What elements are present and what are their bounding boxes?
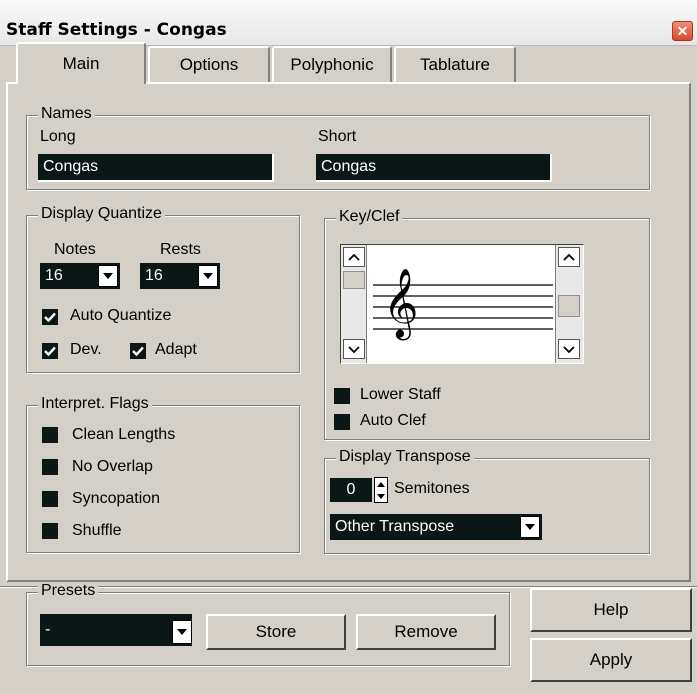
auto-quantize-checkbox[interactable]: [42, 309, 58, 325]
remove-button[interactable]: Remove: [356, 614, 496, 650]
syncopation-label: Syncopation: [72, 490, 161, 507]
lower-staff-label: Lower Staff: [360, 386, 441, 403]
semitones-spinner[interactable]: [374, 477, 388, 503]
close-icon: ✕: [676, 23, 689, 39]
key-scroll-up-button[interactable]: [343, 247, 365, 267]
key-clef-legend: Key/Clef: [336, 208, 403, 226]
store-button[interactable]: Store: [206, 614, 346, 650]
chevron-down-icon: [348, 345, 360, 353]
treble-clef-icon: 𝄞: [383, 268, 419, 338]
presets-legend: Presets: [38, 582, 99, 600]
adapt-checkbox[interactable]: [130, 343, 146, 359]
auto-clef-checkbox[interactable]: [334, 414, 350, 430]
clef-scroll-up-button[interactable]: [558, 247, 580, 267]
no-overlap-label: No Overlap: [72, 458, 153, 475]
long-name-input[interactable]: Congas: [38, 154, 274, 182]
shuffle-checkbox[interactable]: [42, 523, 58, 539]
notes-label: Notes: [54, 241, 96, 258]
dev-checkbox[interactable]: [42, 343, 58, 359]
syncopation-checkbox[interactable]: [42, 491, 58, 507]
window-title: Staff Settings - Congas: [6, 20, 227, 40]
spin-up-icon: [377, 481, 385, 487]
tab-tablature[interactable]: Tablature: [394, 46, 516, 82]
chevron-up-icon: [563, 253, 575, 261]
rests-label: Rests: [160, 241, 201, 258]
short-name-input[interactable]: Congas: [316, 154, 552, 182]
close-button[interactable]: ✕: [672, 21, 693, 41]
help-button[interactable]: Help: [530, 588, 692, 632]
auto-clef-label: Auto Clef: [360, 412, 426, 429]
tab-polyphonic[interactable]: Polyphonic: [272, 46, 392, 82]
spin-down-icon: [377, 493, 385, 499]
clef-preview: 𝄞: [340, 244, 584, 364]
long-label: Long: [40, 128, 76, 145]
interpret-flags-legend: Interpret. Flags: [38, 395, 152, 413]
checkmark-icon: [132, 346, 144, 356]
chevron-up-icon: [348, 253, 360, 261]
chevron-down-icon: [563, 345, 575, 353]
tab-main[interactable]: Main: [16, 42, 146, 84]
presets-select[interactable]: -: [40, 614, 192, 646]
chevron-down-icon: [203, 273, 213, 279]
display-transpose-legend: Display Transpose: [336, 448, 474, 466]
key-scroll-down-button[interactable]: [343, 339, 365, 359]
presets-value: -: [45, 621, 51, 638]
tab-options[interactable]: Options: [148, 46, 270, 82]
dev-label: Dev.: [70, 341, 102, 358]
adapt-label: Adapt: [155, 341, 197, 358]
clef-scroll-down-button[interactable]: [558, 339, 580, 359]
apply-button[interactable]: Apply: [530, 638, 692, 682]
auto-quantize-label: Auto Quantize: [70, 307, 172, 324]
key-scroll-thumb[interactable]: [343, 271, 365, 289]
notes-value: 16: [45, 267, 63, 284]
display-quantize-legend: Display Quantize: [38, 205, 165, 223]
clef-scroll-thumb[interactable]: [558, 295, 580, 317]
no-overlap-checkbox[interactable]: [42, 459, 58, 475]
chevron-down-icon: [525, 524, 535, 530]
chevron-down-icon: [177, 629, 187, 635]
rests-value: 16: [145, 267, 163, 284]
semitones-value: 0: [346, 481, 356, 498]
clean-lengths-label: Clean Lengths: [72, 426, 176, 443]
notes-dropdown-button[interactable]: [98, 265, 118, 287]
chevron-down-icon: [103, 273, 113, 279]
transpose-value: Other Transpose: [335, 518, 455, 535]
checkmark-icon: [44, 312, 56, 322]
short-label: Short: [318, 128, 357, 145]
names-legend: Names: [38, 105, 95, 123]
checkmark-icon: [44, 346, 56, 356]
lower-staff-checkbox[interactable]: [334, 388, 350, 404]
clean-lengths-checkbox[interactable]: [42, 427, 58, 443]
semitones-label: Semitones: [394, 480, 470, 497]
rests-dropdown-button[interactable]: [198, 265, 218, 287]
presets-dropdown-button[interactable]: [172, 620, 192, 644]
semitones-input[interactable]: 0: [330, 478, 372, 502]
transpose-dropdown-button[interactable]: [520, 516, 540, 538]
transpose-select[interactable]: Other Transpose: [330, 514, 542, 540]
shuffle-label: Shuffle: [72, 522, 122, 539]
